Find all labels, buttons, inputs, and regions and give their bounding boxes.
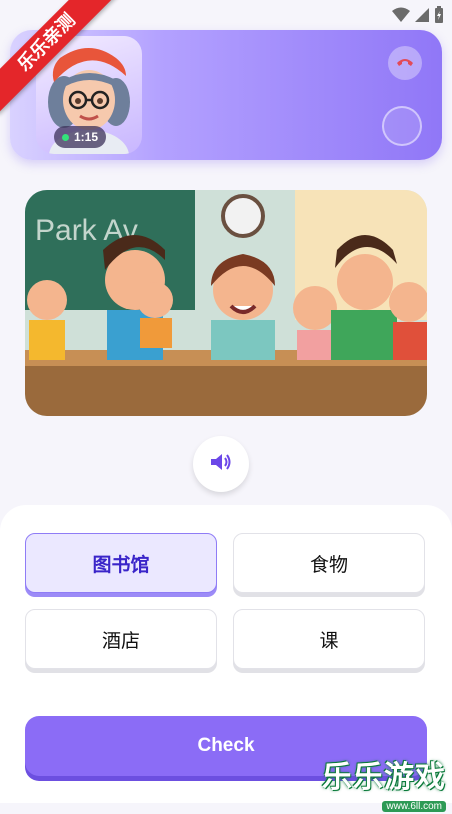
option-hotel[interactable]: 酒店: [25, 609, 217, 669]
option-label: 食物: [309, 553, 348, 576]
signal-icon: [414, 7, 430, 28]
call-timer-badge: 1:15: [54, 126, 107, 148]
option-class[interactable]: 课: [233, 609, 425, 669]
site-watermark: 乐乐游戏 www.6ll.com: [322, 752, 446, 814]
wifi-icon: [392, 7, 410, 28]
play-audio-button[interactable]: [193, 436, 249, 492]
classroom-illustration: Park Av: [25, 190, 427, 416]
option-label: 课: [319, 629, 339, 652]
option-library[interactable]: 图书馆: [25, 533, 217, 593]
phone-hangup-icon: [396, 54, 414, 72]
live-dot-icon: [62, 133, 69, 141]
mic-button[interactable]: [382, 106, 422, 146]
option-label: 酒店: [101, 629, 140, 652]
option-food[interactable]: 食物: [233, 533, 425, 593]
call-timer: 1:15: [74, 130, 99, 144]
hangup-button[interactable]: [388, 46, 422, 80]
check-button-label: Check: [197, 735, 255, 756]
call-card: 1:15: [10, 30, 442, 160]
watermark-site-name: 乐乐游戏: [322, 760, 446, 795]
battery-icon: [434, 6, 444, 29]
speaker-icon: [209, 452, 233, 477]
option-label: 图书馆: [92, 553, 150, 576]
